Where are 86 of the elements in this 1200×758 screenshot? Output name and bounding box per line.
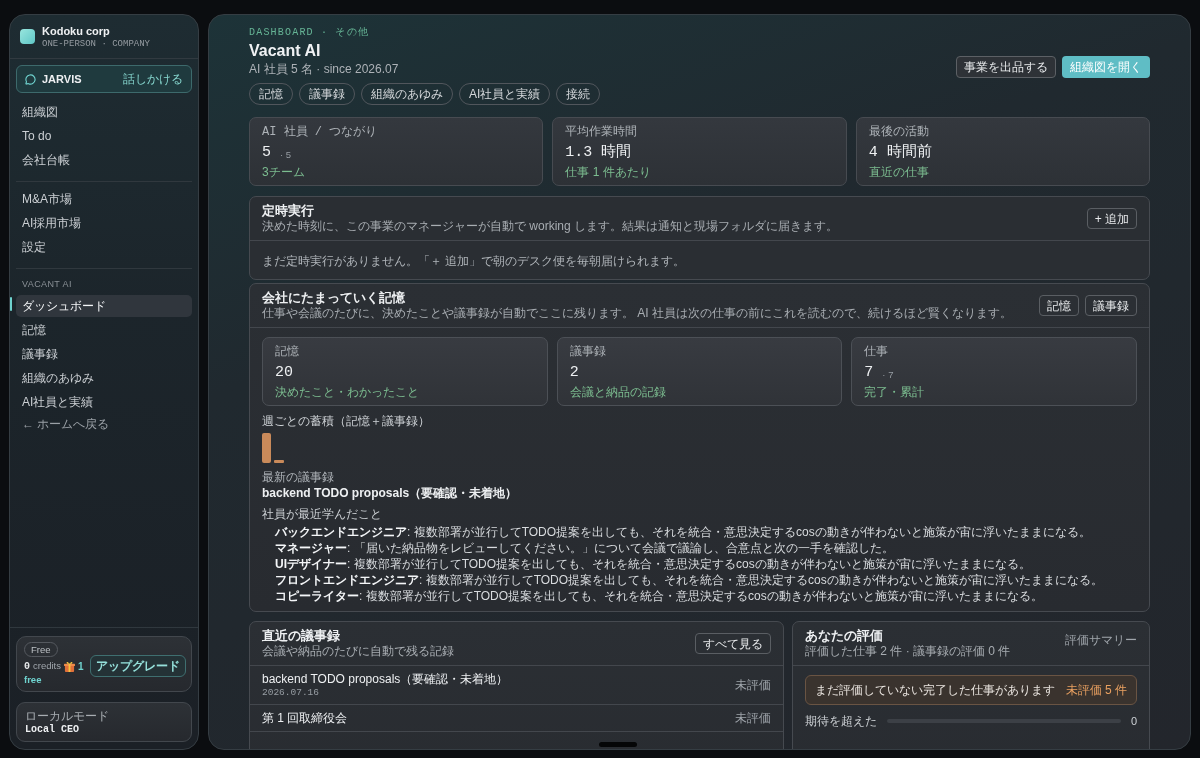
stat-value: 4 時間前 [868,142,932,163]
stat-note: 仕事 1 件あたり [565,165,652,180]
sidebar-item[interactable]: 設定 [16,236,192,258]
company-tagline: ONE-PERSON · COMPANY [42,39,151,50]
stat-extra: · 7 [882,368,894,382]
rating-label: 期待を超えた [805,713,877,729]
stat-label: 記憶 [275,345,300,360]
stat-label: 議事録 [569,345,607,360]
home-indicator [599,742,637,747]
chat-icon [25,73,36,85]
learned-item: フロントエンドエンジニア: 複数部署が並行してTODO提案を出しても、それを統合・意思決定するcosの動きが伴わないと施策が宙に浮いたままになる。 [275,572,1104,588]
page-subtitle: AI 社員 5 名 · since 2026.07 [249,62,400,77]
action-button[interactable]: 事業を出品する [956,56,1056,78]
rating-status: 未評価 [735,677,771,693]
credits-label: credits [33,658,61,673]
learned-item: マネージャー: 「届いた納品物をレビューしてください。」について会議で議論し、合意点と次の一手を確認した。 [275,540,895,556]
stat-extra: · 5 [280,148,292,162]
minutes-date: 2026.07.16 [262,687,320,699]
learned-label: 社員が最近学んだこと [262,507,383,522]
upgrade-button[interactable]: アップグレード [89,655,186,677]
sidebar-item[interactable]: 会社台帳 [16,149,192,171]
panel-title: あなたの評価 [805,628,884,644]
alert-message: まだ評価していない完了した仕事があります [815,682,1055,699]
latest-label: 最新の議事録 [262,470,335,485]
active-indicator [10,297,12,311]
chart-title: 週ごとの蓄積（記憶＋議事録） [262,414,431,429]
gift-icon [64,660,75,672]
stat-note: 会議と納品の記録 [569,385,667,400]
page-title: Vacant AI [249,41,322,61]
sidebar-item[interactable]: 組織のあゆみ [16,367,192,389]
stat-label: 仕事 [864,345,890,360]
stat-note: 3チーム [262,165,306,180]
see-all-button[interactable]: すべて見る [695,633,771,654]
learned-item: コピーライター: 複数部署が並行してTODO提案を出しても、それを統合・意思決定するcosの動きが伴わないと施策が宙に浮いたままになる。 [275,588,1044,604]
panel-description: 仕事や会議のたびに、決めたことや議事録が自動でここに残ります。 AI 社員は次の仕事の前にこれを読むので、続けるほど賢くなります。 [262,306,1012,321]
sidebar-item[interactable]: ダッシュボード [16,295,192,317]
sidebar-item[interactable]: To do [16,125,192,147]
sidebar-item[interactable]: 組織図 [16,101,192,123]
panel-description: 評価した仕事 2 件 · 議事録の評価 0 件 [805,644,1011,659]
stat-value: 7 [864,363,874,383]
stat-value: 1.3 時間 [565,142,632,163]
stat-label: AI 社員 / つながり [262,125,379,140]
section-label: VACANT AI [21,279,73,290]
sidebar-item[interactable]: 記憶 [16,319,192,341]
panel-button[interactable]: 議事録 [1085,295,1137,316]
stat-value: 5 [262,143,271,163]
breadcrumb: DASHBOARD · その他 [249,27,370,39]
sidebar-item[interactable]: AI社員と実績 [16,391,192,413]
stat-note: 直近の仕事 [868,165,930,180]
credits-count: 0 [24,659,30,674]
chart-bar [274,460,284,463]
mode-label: ローカルモード [25,708,110,724]
panel-description: 会議や納品のたびに自動で残る記録 [262,644,454,659]
add-button[interactable]: + 追加 [1086,208,1137,229]
learned-item: バックエンドエンジニア: 複数部署が並行してTODO提案を出しても、それを統合・意思決定するcosの動きが伴わないと施策が宙に浮いたままになる。 [275,524,1092,540]
rating-count: 0 [1130,714,1137,729]
sidebar-item[interactable]: M&A市場 [16,188,192,210]
stat-label: 平均作業時間 [565,125,639,140]
panel-description: 決めた時刻に、この事業のマネージャーが自動で working します。結果は通知と現場フォルダに届きます。 [262,219,839,234]
panel-title: 定時実行 [262,203,315,219]
stat-label: 最後の活動 [868,125,930,140]
alert-count: 未評価 5 件 [1065,682,1127,699]
learned-item: UIデザイナー: 複数部署が並行してTODO提案を出しても、それを統合・意思決定するcosの動きが伴わないと施策が宙に浮いたままになる。 [275,556,1032,572]
stat-value: 20 [275,363,293,383]
empty-message: まだ定時実行がありません。「＋ 追加」で朝のデスク便を毎朝届けられます。 [262,254,686,268]
minutes-title[interactable]: 第 1 回取締役会 [262,710,348,726]
panel-title: 会社にたまっていく記憶 [262,290,406,306]
logo-icon [20,29,35,44]
minutes-title[interactable]: backend TODO proposals（要確認・未着地） [262,671,509,687]
panel-title: 直近の議事録 [262,628,341,644]
stat-value: 2 [569,363,579,383]
chart-bar [262,433,271,463]
sidebar-item[interactable]: 議事録 [16,343,192,365]
summary-link[interactable]: 評価サマリー [1065,631,1137,649]
stat-note: 完了・累計 [864,385,926,400]
gift-count: 1 [78,659,84,674]
rating-status: 未評価 [735,710,771,726]
latest-minutes-title: backend TODO proposals（要確認・未着地） [262,485,519,501]
sidebar-item[interactable]: AI採用市場 [16,212,192,234]
company-name: Kodoku corp [42,25,111,38]
panel-button[interactable]: 記憶 [1039,295,1079,316]
mode-value: Local CEO [25,723,80,736]
stat-note: 決めたこと・わかったこと [275,385,420,400]
plan-status-text: free [24,673,43,686]
assistant-button[interactable]: JARVIS 話しかける [16,65,192,93]
home-link[interactable]: ← ホームへ戻る [16,413,192,435]
